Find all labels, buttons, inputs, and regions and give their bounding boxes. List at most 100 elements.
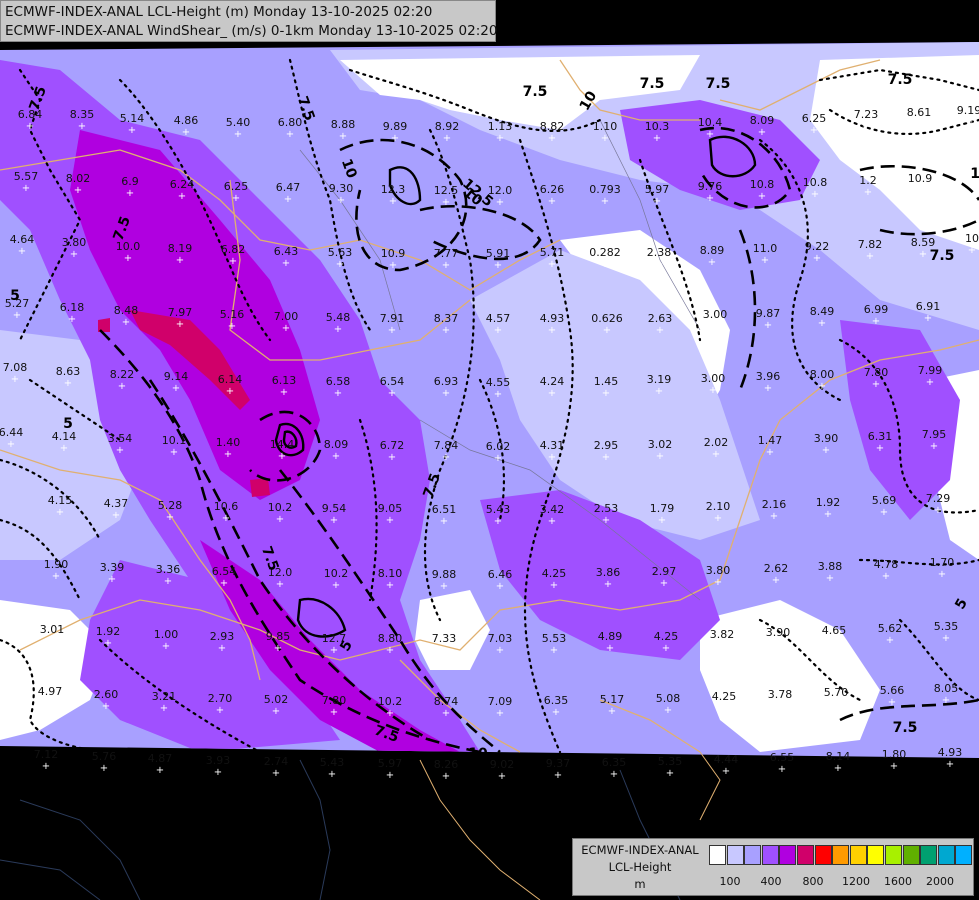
station-value: 8.14 [826,750,851,763]
station-value: 5.70 [824,686,849,699]
station-marker: + [706,193,714,204]
station-marker: + [822,445,830,456]
legend-swatch [832,845,850,865]
station-value: 5.35 [934,620,959,633]
station-value: 2.38 [647,246,672,259]
station-marker: + [494,260,502,271]
station-value: 5.69 [872,494,897,507]
station-value: 8.05 [934,682,959,695]
legend-tick: 1200 [842,875,870,888]
station-value: 12.3 [381,183,406,196]
station-marker: + [772,575,780,586]
station-value: 5.97 [378,757,403,770]
legend-swatch [920,845,938,865]
station-marker: + [832,699,840,710]
station-marker: + [880,507,888,518]
station-value: 4.87 [148,752,173,765]
station-marker: + [718,641,726,652]
station-marker: + [100,763,108,774]
station-marker: + [776,701,784,712]
station-marker: + [916,185,924,196]
station-marker: + [494,516,502,527]
station-marker: + [224,449,232,460]
legend-variable: LCL-Height [608,860,672,874]
station-value: 8.74 [434,695,459,708]
station-value: 6.13 [272,374,297,387]
station-marker: + [440,645,448,656]
legend-swatch [885,845,902,865]
legend-tick: 1600 [884,875,912,888]
station-marker: + [386,645,394,656]
station-value: 5.17 [600,693,625,706]
station-value: 6.82 [221,243,246,256]
station-marker: + [496,133,504,144]
station-marker: + [391,133,399,144]
station-marker: + [766,447,774,458]
station-value: 3.21 [152,690,177,703]
station-marker: + [866,251,874,262]
station-value: 2.16 [762,498,787,511]
legend-swatch [744,845,762,865]
station-marker: + [7,439,15,450]
station-marker: + [496,581,504,592]
station-value: 1.47 [758,434,783,447]
station-value: 9.88 [432,568,457,581]
station-marker: + [664,705,672,716]
contour-label: 7.5 [706,76,731,92]
contour-label: 10 [468,746,488,762]
station-marker: + [389,260,397,271]
station-value: 10.8 [750,178,775,191]
station-marker: + [176,319,184,330]
station-value: 4.93 [938,746,963,759]
station-value: 5.62 [878,622,903,635]
station-value: 9.02 [490,758,515,771]
station-marker: + [118,381,126,392]
station-value: 2.70 [208,692,233,705]
station-value: 1.79 [650,502,675,515]
station-value: 8.35 [70,108,95,121]
station-marker: + [11,374,19,385]
station-value: 9.76 [698,180,723,193]
station-value: 5.97 [645,183,670,196]
station-value: 3.80 [706,564,731,577]
station-value: 8.61 [907,106,932,119]
station-marker: + [608,706,616,717]
station-value: 4.89 [598,630,623,643]
station-marker: + [46,698,54,709]
legend-swatch [779,845,797,865]
contour-label: 7.5 [930,248,955,264]
station-marker: + [442,388,450,399]
station-value: 6.51 [432,503,457,516]
station-marker: + [761,255,769,266]
station-marker: + [653,133,661,144]
station-value: 1.90 [44,558,69,571]
station-value: 6.9 [121,175,139,188]
station-value: 5.66 [880,684,905,697]
station-value: 2.62 [764,562,789,575]
legend-swatch [814,845,832,865]
station-value: 0.282 [589,246,621,259]
station-marker: + [216,705,224,716]
weather-map: +6.84+8.35+5.14+4.86+5.40+6.80+8.88+9.89… [0,0,979,900]
station-marker: + [496,645,504,656]
legend-tick: 100 [719,875,741,888]
station-marker: + [178,191,186,202]
station-marker: + [830,637,838,648]
station-marker: + [334,388,342,399]
station-marker: + [714,513,722,524]
station-value: 8.09 [324,438,349,451]
station-value: 7.99 [918,364,943,377]
station-value: 3.01 [40,623,65,636]
station-marker: + [930,441,938,452]
legend-swatch [797,845,814,865]
station-marker: + [550,580,558,591]
station-value: 9.19 [957,104,979,117]
station-value: 2.10 [706,500,731,513]
station-value: 10.2 [268,501,293,514]
station-value: 5.14 [120,112,145,125]
station-value: 6.55 [770,751,795,764]
legend-tick: 400 [760,875,782,888]
station-marker: + [274,643,282,654]
station-marker: + [334,324,342,335]
station-marker: + [337,195,345,206]
